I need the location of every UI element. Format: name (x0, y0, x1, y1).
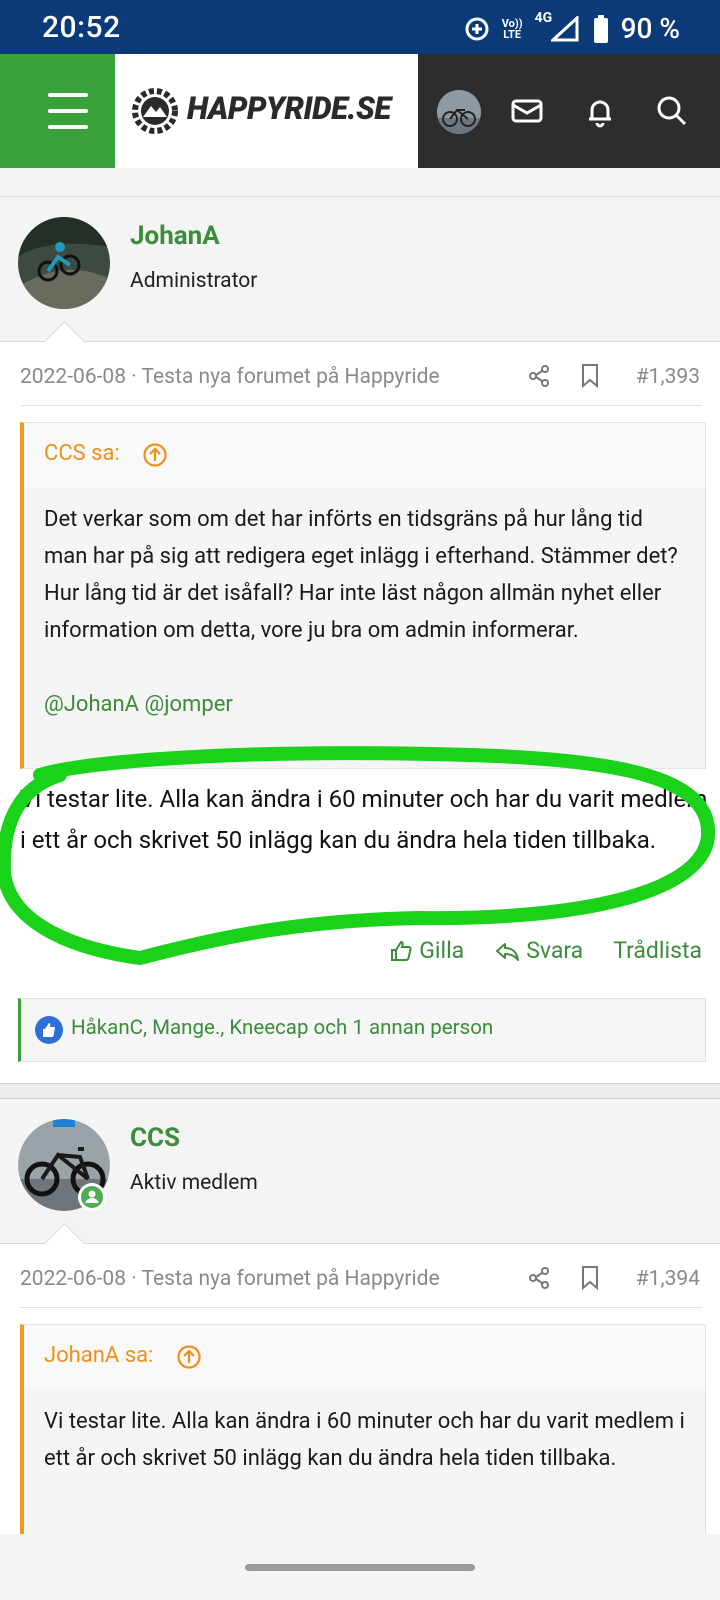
avatar[interactable] (18, 217, 110, 309)
meta-divider (20, 405, 702, 406)
jump-to-quote-icon[interactable] (176, 1344, 202, 1370)
post-actions: Gilla Svara Trådlista (389, 937, 702, 964)
quote-header[interactable]: CCS sa: (24, 423, 705, 487)
site-header: HAPPYRIDE.SE (0, 54, 720, 168)
share-icon[interactable] (526, 1265, 552, 1291)
post-user-block: JohanA Administrator (0, 197, 720, 342)
post-meta: 2022-06-08 · Testa nya forumet på Happyr… (20, 363, 700, 389)
post-meta: 2022-06-08 · Testa nya forumet på Happyr… (20, 1265, 700, 1291)
quote-header[interactable]: JohanA sa: (24, 1325, 705, 1389)
quote-author: CCS sa: (44, 441, 120, 466)
jump-to-quote-icon[interactable] (142, 442, 168, 468)
user-title: Administrator (130, 269, 258, 293)
battery-level: 90 % (620, 12, 680, 45)
thread-list-button[interactable]: Trådlista (613, 937, 702, 964)
post-author[interactable]: CCS (130, 1123, 180, 1153)
data-saver-icon (465, 17, 489, 40)
forum-post: CCS Aktiv medlem 2022-06-08 · Testa nya … (0, 1099, 720, 1556)
post-date[interactable]: 2022-06-08 (20, 365, 126, 389)
post-thread[interactable]: · Testa nya forumet på Happyride (131, 365, 439, 389)
mail-icon[interactable] (507, 91, 547, 131)
quote-text: Det verkar som om det har införts en tid… (44, 507, 678, 643)
post-separator (0, 1083, 720, 1099)
online-status-icon (78, 1183, 106, 1211)
user-title: Aktiv medlem (130, 1171, 258, 1195)
status-bar: 20:52 Vo)) LTE 4G 90 % (0, 0, 720, 54)
quote-block: CCS sa: Det verkar som om det har infört… (20, 422, 706, 769)
menu-button[interactable] (0, 54, 115, 168)
site-logo[interactable]: HAPPYRIDE.SE (115, 54, 418, 168)
gesture-handle[interactable] (245, 1564, 475, 1571)
bookmark-icon[interactable] (580, 1265, 600, 1291)
system-nav-bar (0, 1534, 720, 1600)
post-user-block: CCS Aktiv medlem (0, 1099, 720, 1244)
volte-indicator: Vo)) LTE (501, 16, 523, 41)
quote-mentions[interactable]: @JohanA @jomper (44, 686, 685, 723)
quote-author: JohanA sa: (44, 1343, 154, 1368)
logo-mountain-icon (132, 88, 178, 134)
reply-icon (496, 942, 520, 961)
logo-text: HAPPYRIDE.SE (187, 90, 391, 127)
account-avatar[interactable] (437, 90, 481, 134)
bell-icon[interactable] (580, 91, 620, 131)
status-time: 20:52 (42, 10, 121, 45)
header-shadow (0, 168, 720, 197)
bookmark-icon[interactable] (580, 363, 600, 389)
post-thread[interactable]: · Testa nya forumet på Happyride (131, 1267, 439, 1291)
like-button[interactable]: Gilla (389, 937, 464, 964)
like-reaction-icon (35, 1016, 63, 1044)
avatar[interactable] (18, 1119, 110, 1211)
likes-summary[interactable]: HåkanC, Mange., Kneecap och 1 annan pers… (18, 998, 706, 1062)
battery-icon (593, 14, 608, 43)
post-number[interactable]: #1,394 (636, 1267, 700, 1291)
forum-post: JohanA Administrator 2022-06-08 · Testa … (0, 197, 720, 1083)
likes-text: HåkanC, Mange., Kneecap och 1 annan pers… (71, 1016, 494, 1040)
post-number[interactable]: #1,393 (636, 365, 700, 389)
post-author[interactable]: JohanA (130, 221, 220, 251)
post-date[interactable]: 2022-06-08 (20, 1267, 126, 1291)
thumbs-up-icon (391, 940, 412, 961)
signal-icon: 4G (535, 10, 581, 42)
share-icon[interactable] (526, 363, 552, 389)
meta-divider (20, 1307, 702, 1308)
quote-block: JohanA sa: Vi testar lite. Alla kan ändr… (20, 1324, 706, 1556)
search-icon[interactable] (652, 91, 692, 131)
quote-text: Vi testar lite. Alla kan ändra i 60 minu… (44, 1409, 685, 1471)
reply-button[interactable]: Svara (494, 937, 583, 964)
